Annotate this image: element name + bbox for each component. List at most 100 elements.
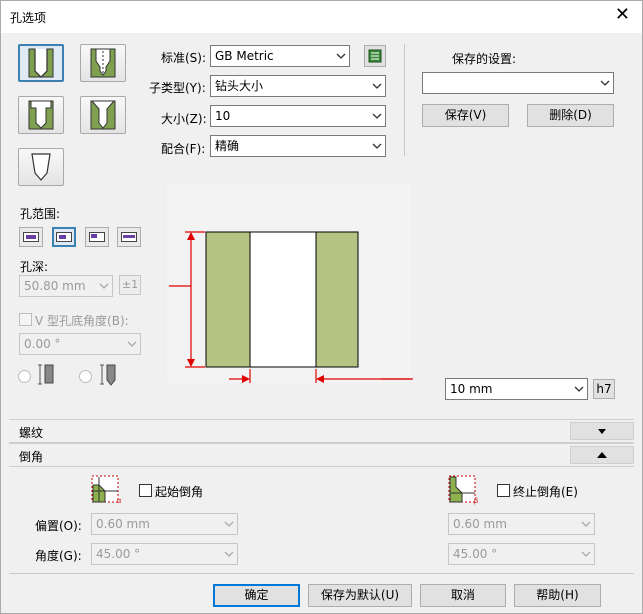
footer-separator <box>9 573 634 574</box>
size-value: 10 <box>215 109 231 123</box>
hole-type-counterdrill-button[interactable] <box>18 148 64 186</box>
diameter-leader-line <box>381 378 413 380</box>
subtype-label: 子类型(Y): <box>149 81 206 95</box>
left-wall-section <box>205 231 251 368</box>
hole-preview <box>167 183 411 387</box>
chamfer-section-header[interactable]: 倒角 <box>9 443 634 467</box>
v-angle-value: 0.00 ° <box>24 337 61 351</box>
v-angle-select[interactable]: 0.00 ° <box>19 333 141 355</box>
standard-list-button[interactable] <box>364 45 386 67</box>
taper-hole-icon <box>90 48 116 78</box>
svg-text:α: α <box>117 498 121 505</box>
chevron-down-icon <box>600 80 610 86</box>
fit-select[interactable]: 精确 <box>210 135 386 157</box>
start-angle-value: 45.00 ° <box>96 547 141 561</box>
thread-section-label: 螺纹 <box>19 426 44 440</box>
chamfer-section-label: 倒角 <box>19 450 44 464</box>
help-button[interactable]: 帮助(H) <box>514 584 601 607</box>
chevron-down-icon <box>224 551 234 557</box>
chevron-down-icon <box>372 143 382 149</box>
chevron-down-icon <box>336 53 346 59</box>
depth-dimension <box>169 231 205 368</box>
hole-preview-graphic <box>169 231 411 387</box>
svg-text:β: β <box>474 498 478 505</box>
chevron-down-icon <box>372 83 382 89</box>
delete-settings-button[interactable]: 删除(D) <box>527 104 614 127</box>
saved-settings-label: 保存的设置: <box>452 52 517 66</box>
range-thru-all-icon <box>23 232 39 242</box>
range-to-face-button[interactable] <box>85 227 109 247</box>
vertical-separator <box>404 44 405 156</box>
start-chamfer-icon: α <box>91 475 121 505</box>
hole-depth-value: 50.80 mm <box>24 279 86 293</box>
chevron-down-icon <box>99 283 109 289</box>
chevron-down-icon <box>127 341 137 347</box>
start-angle-select[interactable]: 45.00 ° <box>91 543 238 565</box>
offset-label: 偏置(O): <box>35 519 82 533</box>
thread-expand-button[interactable] <box>570 422 634 440</box>
chevron-down-icon <box>574 386 584 392</box>
subtype-value: 钻头大小 <box>215 79 264 93</box>
range-thru-all-button[interactable] <box>19 227 43 247</box>
saved-settings-select[interactable] <box>422 72 614 94</box>
start-chamfer-label: 起始倒角 <box>155 485 204 499</box>
window-title: 孔选项 <box>10 11 47 25</box>
diameter-select[interactable]: 10 mm <box>445 378 588 400</box>
fit-value: 精确 <box>215 139 240 153</box>
start-offset-select[interactable]: 0.60 mm <box>91 513 238 535</box>
angle-label: 角度(G): <box>35 549 82 563</box>
cancel-button[interactable]: 取消 <box>420 584 506 607</box>
end-chamfer-checkbox[interactable] <box>497 484 510 497</box>
depth-tolerance-button[interactable]: ±1 <box>119 275 141 295</box>
range-to-face-icon <box>89 232 105 242</box>
standard-label: 标准(S): <box>161 51 207 65</box>
v-bottom-radio[interactable] <box>79 370 92 383</box>
ok-button[interactable]: 确定 <box>213 584 300 607</box>
chamfer-collapse-button[interactable] <box>570 446 634 464</box>
caret-down-icon <box>598 428 606 434</box>
end-angle-select[interactable]: 45.00 ° <box>448 543 595 565</box>
hole-type-simple-button[interactable] <box>18 44 64 82</box>
chevron-down-icon <box>224 521 234 527</box>
right-wall-section <box>315 231 359 368</box>
diameter-value: 10 mm <box>450 382 493 396</box>
subtype-select[interactable]: 钻头大小 <box>210 75 386 97</box>
fit-label: 配合(F): <box>161 142 206 156</box>
hole-bore <box>249 231 317 368</box>
size-label: 大小(Z): <box>161 112 207 126</box>
hole-depth-label: 孔深: <box>20 260 49 274</box>
hole-type-counterbore-button[interactable] <box>18 96 64 134</box>
standard-value: GB Metric <box>215 49 274 63</box>
end-chamfer-label: 终止倒角(E) <box>513 485 578 499</box>
hole-range-label: 孔范围: <box>20 207 61 221</box>
start-chamfer-checkbox[interactable] <box>139 484 152 497</box>
title-bar: 孔选项 ✕ <box>1 1 642 33</box>
range-to-next-button[interactable] <box>117 227 141 247</box>
standard-select[interactable]: GB Metric <box>210 45 350 67</box>
countersink-hole-icon <box>90 100 116 130</box>
flat-bottom-radio[interactable] <box>18 370 31 383</box>
v-bottom-icon <box>100 364 116 386</box>
save-as-default-button[interactable]: 保存为默认(U) <box>308 584 412 607</box>
hole-type-taper-button[interactable] <box>80 44 126 82</box>
list-icon <box>368 49 382 63</box>
counterbore-hole-icon <box>28 100 54 130</box>
v-angle-checkbox[interactable] <box>19 313 32 326</box>
flat-bottom-icon <box>38 364 54 385</box>
size-select[interactable]: 10 <box>210 105 386 127</box>
range-blind-button[interactable] <box>52 227 76 247</box>
save-settings-button[interactable]: 保存(V) <box>422 104 509 127</box>
fit-tolerance-button[interactable]: h7 <box>593 379 615 399</box>
end-angle-value: 45.00 ° <box>453 547 498 561</box>
end-offset-value: 0.60 mm <box>453 517 507 531</box>
caret-up-icon <box>597 452 607 458</box>
hole-options-dialog: 孔选项 ✕ 标准(S): GB Metric 子类型(Y): 钻头大小 大小(Z… <box>0 0 643 614</box>
counterdrill-hole-icon <box>31 153 51 181</box>
hole-depth-select[interactable]: 50.80 mm <box>19 275 113 297</box>
hole-type-countersink-button[interactable] <box>80 96 126 134</box>
thread-section-header[interactable]: 螺纹 <box>9 419 634 443</box>
close-icon[interactable]: ✕ <box>615 5 630 25</box>
end-offset-select[interactable]: 0.60 mm <box>448 513 595 535</box>
end-chamfer-icon: β <box>448 475 478 505</box>
chevron-down-icon <box>581 521 591 527</box>
